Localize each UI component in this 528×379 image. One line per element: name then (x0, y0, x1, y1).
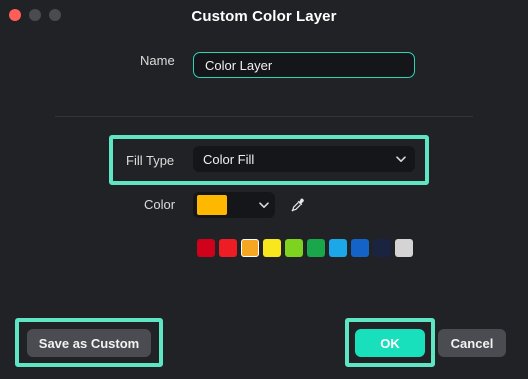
fill-type-value: Color Fill (203, 151, 255, 167)
ok-button[interactable]: OK (355, 329, 425, 357)
name-input[interactable] (193, 52, 415, 78)
preset-color-swatch[interactable] (307, 239, 325, 257)
preset-color-swatch[interactable] (395, 239, 413, 257)
preset-color-swatch[interactable] (241, 239, 259, 257)
divider (55, 116, 473, 117)
eyedropper-icon[interactable] (290, 197, 306, 213)
cancel-button[interactable]: Cancel (438, 329, 506, 357)
fill-type-select[interactable]: Color Fill (193, 146, 415, 172)
preset-color-swatch[interactable] (373, 239, 391, 257)
fill-type-label: Fill Type (126, 153, 175, 168)
save-as-custom-button[interactable]: Save as Custom (27, 329, 151, 357)
color-label: Color (144, 197, 176, 212)
dialog-title: Custom Color Layer (191, 8, 337, 25)
chevron-down-icon (259, 200, 269, 210)
color-picker[interactable] (193, 192, 275, 218)
preset-color-swatch[interactable] (197, 239, 215, 257)
preset-color-swatch[interactable] (263, 239, 281, 257)
preset-color-swatch[interactable] (329, 239, 347, 257)
selected-color-swatch (197, 195, 227, 215)
chevron-down-icon (396, 154, 406, 164)
preset-color-swatch[interactable] (351, 239, 369, 257)
preset-color-swatch[interactable] (219, 239, 237, 257)
preset-color-swatch[interactable] (285, 239, 303, 257)
name-label: Name (140, 53, 175, 68)
custom-color-layer-dialog: Custom Color Layer Name Fill Type Color … (0, 0, 528, 379)
preset-color-palette (197, 239, 413, 257)
